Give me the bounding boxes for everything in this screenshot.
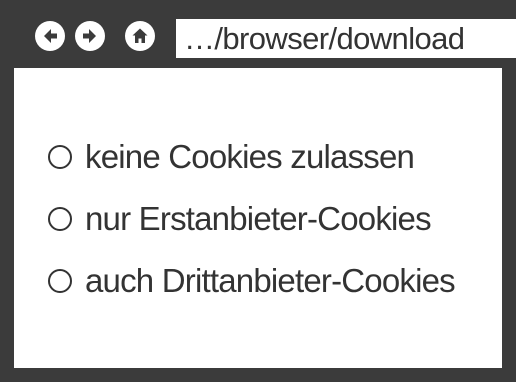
forward-button[interactable] [75, 21, 105, 51]
address-text: …/browser/download [184, 20, 465, 56]
back-arrow-icon [44, 29, 57, 43]
browser-window: …/browser/download keine Cookies zulasse… [0, 0, 516, 382]
home-button[interactable] [125, 21, 155, 51]
radio-button[interactable] [48, 269, 72, 293]
option-label: nur Erstanbieter-Cookies [85, 200, 432, 237]
back-button[interactable] [35, 21, 65, 51]
radio-button[interactable] [48, 145, 72, 169]
browser-toolbar: …/browser/download [14, 0, 516, 68]
option-label: keine Cookies zulassen [85, 138, 415, 175]
option-label: auch Drittanbieter-Cookies [85, 262, 456, 299]
option-no-cookies[interactable]: keine Cookies zulassen [48, 126, 455, 188]
radio-button[interactable] [48, 207, 72, 231]
home-icon [132, 28, 148, 43]
option-first-party-cookies[interactable]: nur Erstanbieter-Cookies [48, 188, 455, 250]
option-third-party-cookies[interactable]: auch Drittanbieter-Cookies [48, 250, 456, 312]
forward-arrow-icon [83, 29, 96, 43]
cookie-options: keine Cookies zulassen nur Erstanbieter-… [48, 126, 456, 312]
address-bar[interactable]: …/browser/download [176, 19, 516, 58]
